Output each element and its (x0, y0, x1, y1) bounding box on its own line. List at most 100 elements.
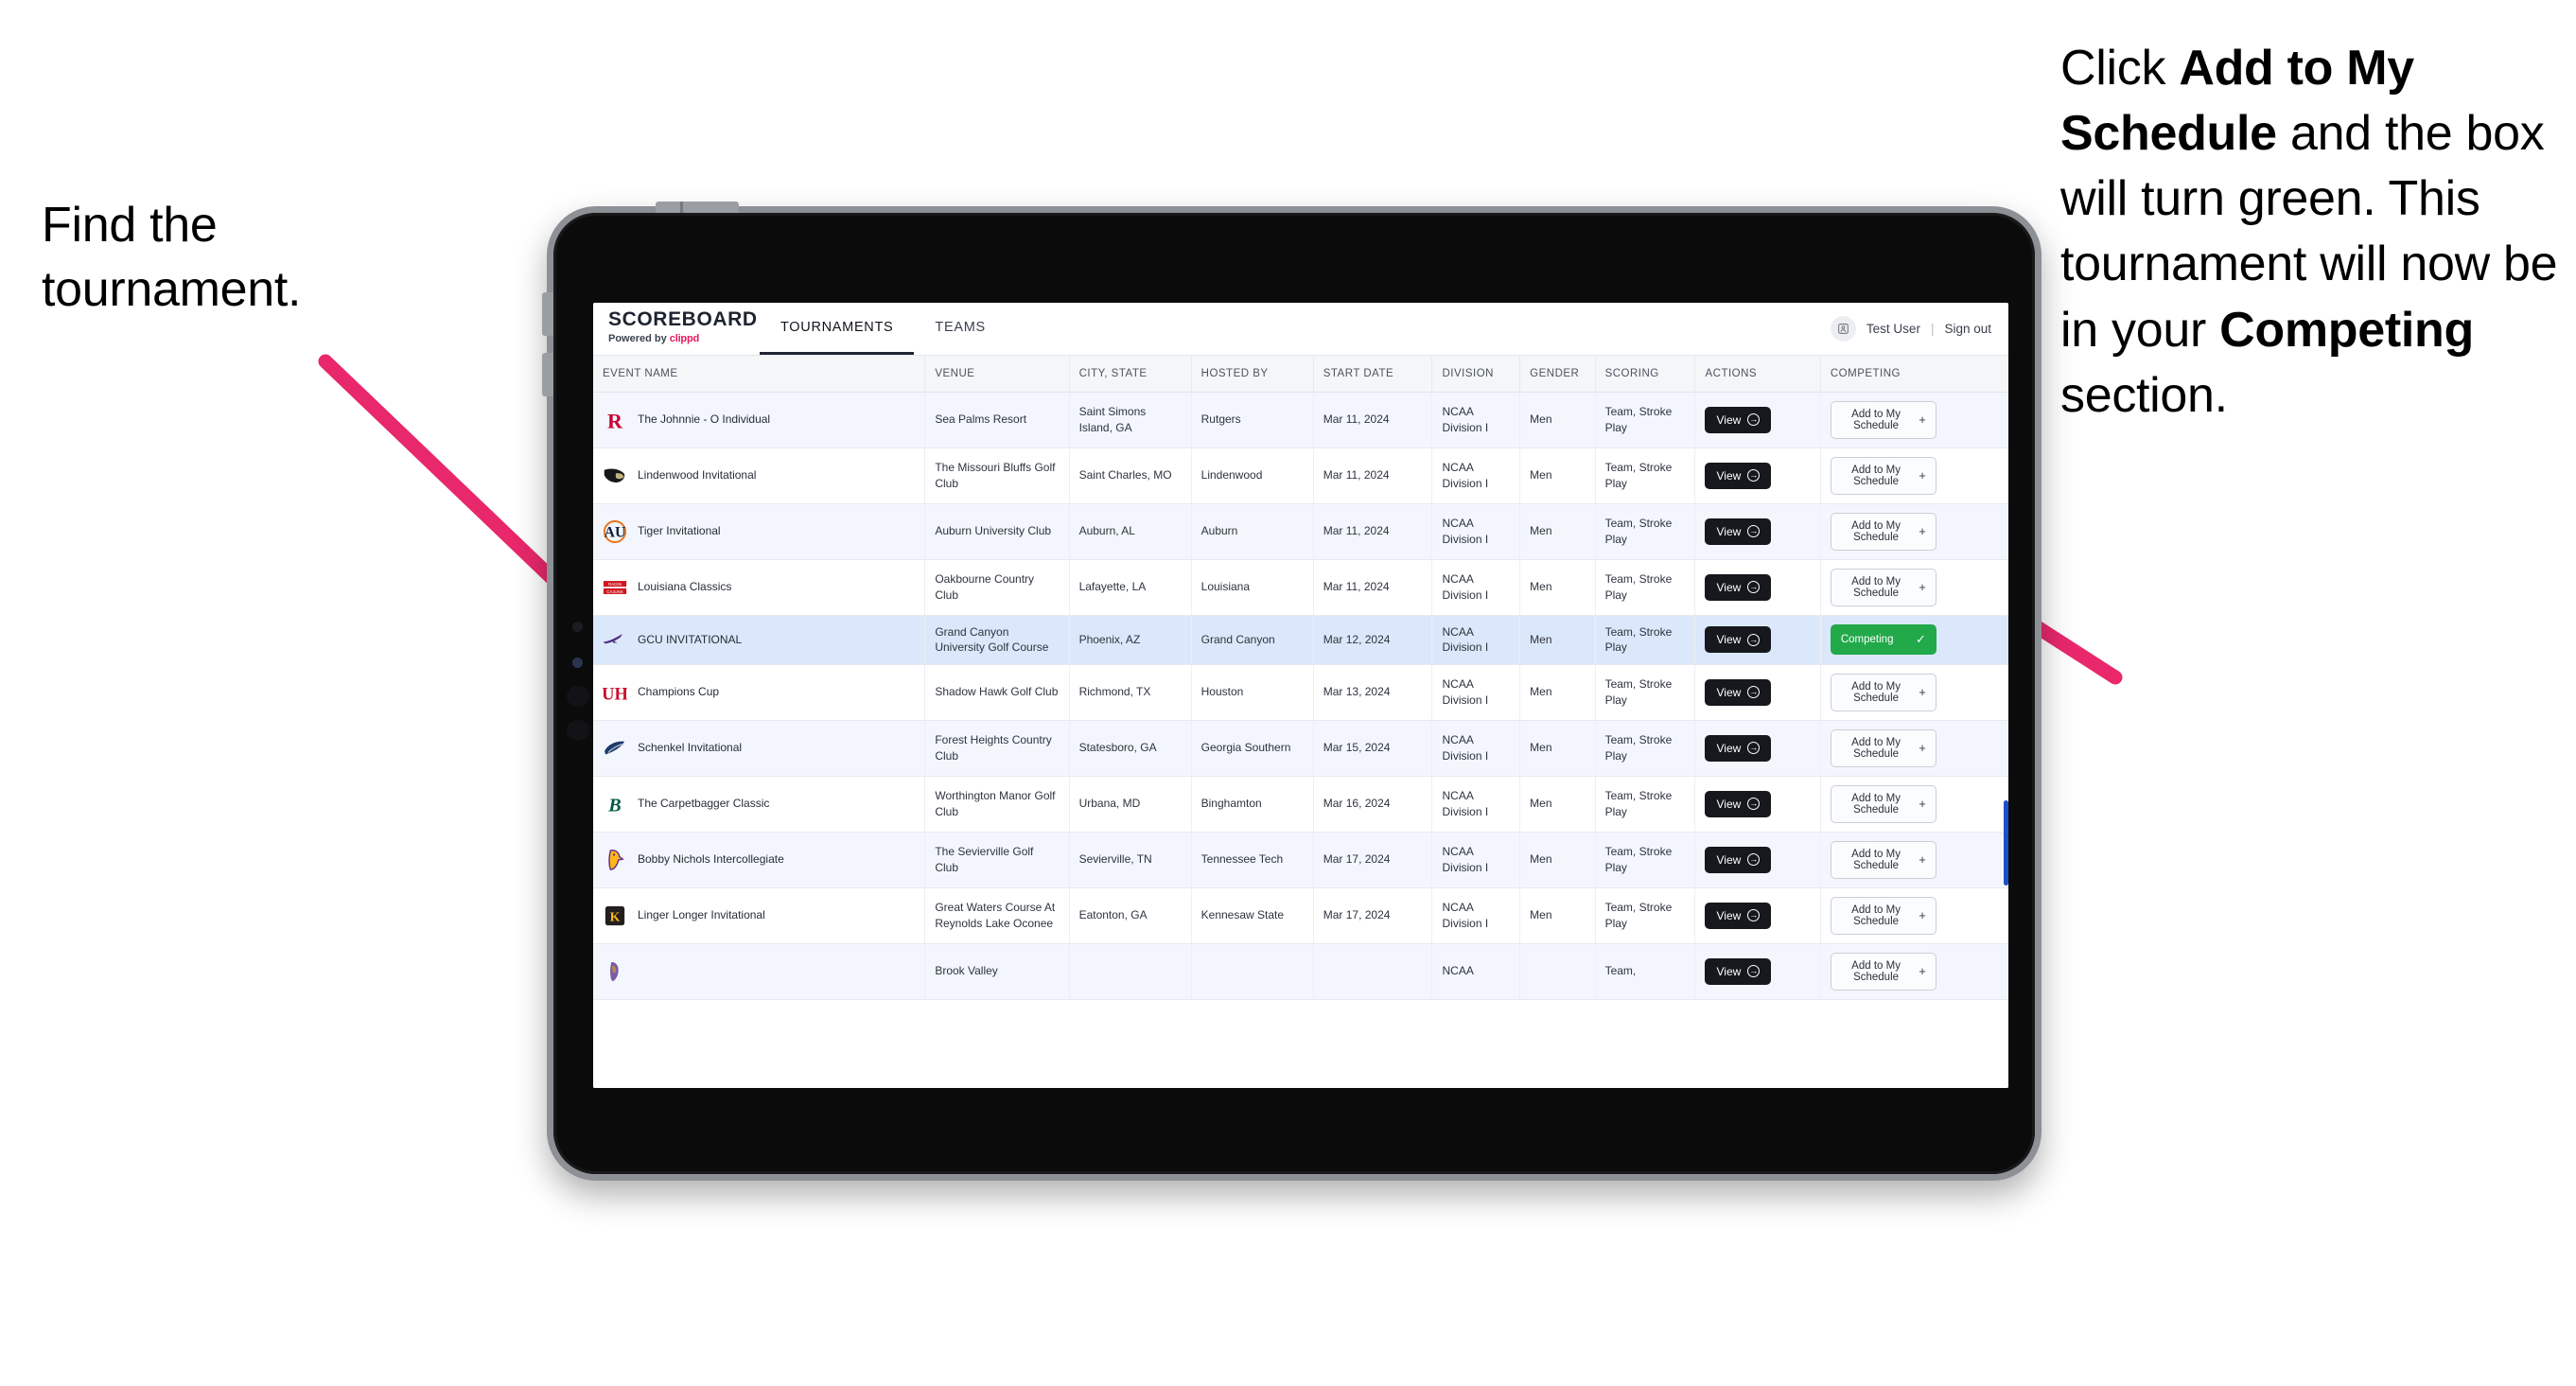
volume-up-button[interactable] (542, 292, 553, 336)
tab-teams[interactable]: TEAMS (914, 303, 1006, 355)
col-city-state[interactable]: CITY, STATE (1069, 356, 1192, 393)
add-to-my-schedule-button[interactable]: Add to My Schedule + (1830, 512, 1936, 551)
user-avatar-icon[interactable] (1830, 316, 1856, 342)
col-division[interactable]: DIVISION (1431, 356, 1521, 393)
add-to-my-schedule-button[interactable]: Add to My Schedule + (1830, 568, 1936, 606)
table-row[interactable]: RAGIN CAJUNS Louisiana Classics Oakbourne C… (593, 559, 2008, 616)
table-row[interactable]: Lindenwood Invitational The Missouri Bluf… (593, 447, 2008, 504)
col-start-date[interactable]: START DATE (1313, 356, 1433, 393)
clippd-brand: clippd (669, 333, 699, 344)
view-button[interactable]: View → (1705, 626, 1772, 654)
houston-logo: UH (603, 680, 627, 705)
scrollbar-thumb[interactable] (2004, 800, 2008, 886)
sign-out-link[interactable]: Sign out (1944, 322, 1991, 336)
competing-button[interactable]: Competing ✓ (1830, 624, 1936, 656)
add-to-my-schedule-button[interactable]: Add to My Schedule + (1830, 728, 1936, 767)
event-name-label: Champions Cup (638, 685, 720, 699)
cell-venue: Grand Canyon University Golf Course (924, 615, 1070, 665)
cell-start-date: Mar 11, 2024 (1313, 447, 1433, 504)
view-button[interactable]: View → (1705, 734, 1772, 762)
event-name-label: Schenkel Invitational (638, 741, 743, 755)
add-to-my-schedule-button[interactable]: Add to My Schedule + (1830, 673, 1936, 711)
cell-event-name: Bobby Nichols Intercollegiate (593, 832, 926, 888)
col-hosted-by[interactable]: HOSTED BY (1191, 356, 1314, 393)
col-actions[interactable]: ACTIONS (1694, 356, 1821, 393)
add-to-my-schedule-button[interactable]: Add to My Schedule + (1830, 400, 1936, 439)
brand-name: SCOREBOARD (608, 308, 758, 330)
view-button[interactable]: View → (1705, 957, 1772, 985)
table-body: R The Johnnie - O Individual Sea Palms Res… (593, 392, 2008, 1000)
annotation-right-part-3: Competing (2219, 302, 2474, 358)
add-to-my-schedule-button[interactable]: Add to My Schedule + (1830, 784, 1936, 823)
grand-canyon-lopes-logo (603, 627, 627, 652)
view-button[interactable]: View → (1705, 573, 1772, 601)
event-name-label: GCU INVITATIONAL (638, 632, 743, 646)
annotation-right-part-4: section. (2060, 367, 2228, 423)
cell-start-date: Mar 11, 2024 (1313, 559, 1433, 616)
col-scoring[interactable]: SCORING (1595, 356, 1696, 393)
table-row[interactable]: B The Carpetbagger Classic Worthington Man… (593, 776, 2008, 833)
table-row[interactable]: Schenkel Invitational Forest Heights Coun… (593, 720, 2008, 777)
view-button-label: View (1716, 524, 1742, 538)
add-to-my-schedule-button[interactable]: Add to My Schedule + (1830, 840, 1936, 879)
event-name-wrapper: R The Johnnie - O Individual (603, 408, 915, 432)
power-button[interactable] (656, 202, 739, 213)
powered-by-text: Powered by (608, 333, 670, 344)
brand-logo[interactable]: SCOREBOARD Powered by clippd (593, 303, 760, 355)
table-row[interactable]: Bobby Nichols Intercollegiate The Sevierv… (593, 832, 2008, 888)
svg-text:B: B (607, 795, 621, 816)
view-button[interactable]: View → (1705, 846, 1772, 873)
cell-event-name: Schenkel Invitational (593, 720, 926, 777)
tablet-screen: SCOREBOARD Powered by clippd TOURNAMENTS… (593, 303, 2008, 1088)
arrow-right-circle-icon: → (1747, 633, 1761, 646)
cell-hosted-by: Binghamton (1191, 776, 1314, 833)
cell-city-state: Eatonton, GA (1069, 887, 1192, 944)
table-row-selected[interactable]: GCU INVITATIONAL Grand Canyon University … (593, 615, 2008, 665)
cell-division: NCAA Division I (1431, 447, 1521, 504)
check-icon: ✓ (1915, 632, 1926, 647)
cell-competing: Add to My Schedule + (1820, 887, 2008, 944)
view-button[interactable]: View → (1705, 518, 1772, 545)
cell-start-date: Mar 15, 2024 (1313, 720, 1433, 777)
view-button-label: View (1716, 964, 1742, 978)
speaker-hole-icon (567, 686, 589, 707)
add-to-my-schedule-button[interactable]: Add to My Schedule + (1830, 456, 1936, 495)
volume-down-button[interactable] (542, 353, 553, 396)
app-header: SCOREBOARD Powered by clippd TOURNAMENTS… (593, 303, 2008, 356)
tab-tournaments[interactable]: TOURNAMENTS (760, 303, 915, 355)
event-name-label: Tiger Invitational (638, 524, 721, 538)
cell-event-name: Lindenwood Invitational (593, 447, 926, 504)
cell-city-state: Richmond, TX (1069, 664, 1192, 721)
view-button-label: View (1716, 741, 1742, 755)
col-venue[interactable]: VENUE (924, 356, 1070, 393)
cell-actions: View → (1694, 392, 1821, 448)
view-button[interactable]: View → (1705, 790, 1772, 817)
table-row[interactable]: UH Champions Cup Shadow Hawk Golf Club Rich… (593, 664, 2008, 721)
table-row[interactable]: K Linger Longer Invitational Great Waters … (593, 887, 2008, 944)
event-name-wrapper (603, 959, 915, 984)
cell-actions: View → (1694, 832, 1821, 888)
competing-button-label: Competing (1840, 634, 1894, 646)
add-to-my-schedule-label: Add to My Schedule (1851, 848, 1901, 871)
table-row[interactable]: AU Tiger Invitational Auburn University Cl… (593, 503, 2008, 560)
view-button[interactable]: View → (1705, 902, 1772, 929)
cell-division: NCAA (1431, 943, 1521, 1000)
table-row[interactable]: Brook Valley NCAA Team, View → Add to My Sche… (593, 943, 2008, 1000)
cell-scoring: Team, Stroke Play (1595, 887, 1696, 944)
col-event-name[interactable]: EVENT NAME (593, 356, 926, 393)
add-to-my-schedule-button[interactable]: Add to My Schedule + (1830, 952, 1936, 991)
cell-start-date: Mar 11, 2024 (1313, 503, 1433, 560)
rutgers-logo: R (603, 408, 627, 432)
cell-hosted-by: Houston (1191, 664, 1314, 721)
view-button[interactable]: View → (1705, 406, 1772, 433)
tennessee-tech-logo (603, 848, 627, 872)
col-gender[interactable]: GENDER (1519, 356, 1596, 393)
view-button[interactable]: View → (1705, 462, 1772, 489)
cell-city-state: Saint Simons Island, GA (1069, 392, 1192, 448)
view-button[interactable]: View → (1705, 678, 1772, 706)
col-competing[interactable]: COMPETING (1820, 356, 2008, 393)
tournaments-table-container[interactable]: EVENT NAME VENUE CITY, STATE HOSTED BY S… (593, 356, 2008, 1088)
add-to-my-schedule-button[interactable]: Add to My Schedule + (1830, 896, 1936, 935)
cell-hosted-by: Lindenwood (1191, 447, 1314, 504)
table-row[interactable]: R The Johnnie - O Individual Sea Palms Res… (593, 392, 2008, 448)
